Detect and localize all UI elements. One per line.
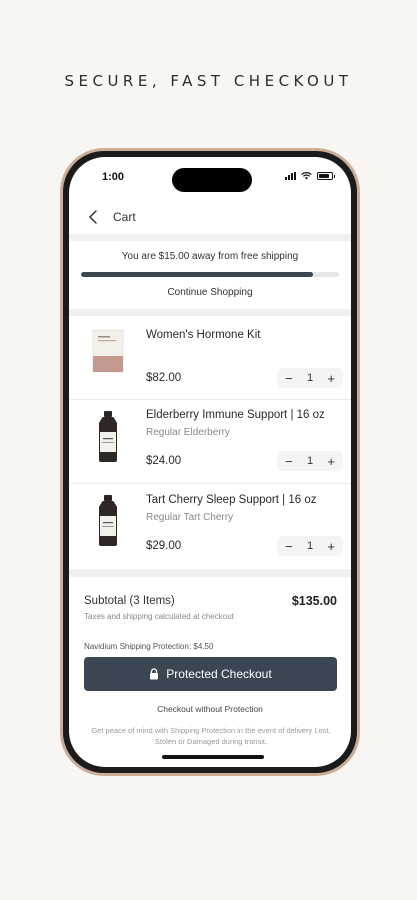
page-title: Cart — [113, 210, 136, 224]
quantity-value: 1 — [306, 540, 314, 552]
increase-quantity-button[interactable]: + — [327, 455, 335, 468]
increase-quantity-button[interactable]: + — [327, 372, 335, 385]
battery-icon — [317, 172, 335, 180]
taxes-note: Taxes and shipping calculated at checkou… — [84, 612, 234, 621]
continue-shopping-link[interactable]: Continue Shopping — [69, 287, 351, 298]
free-shipping-progress — [81, 272, 339, 277]
protection-note: Get peace of mind with Shipping Protecti… — [91, 726, 331, 746]
item-price: $29.00 — [146, 540, 182, 552]
lock-icon — [150, 668, 159, 680]
decrease-quantity-button[interactable]: − — [285, 455, 293, 468]
cart-header: Cart — [69, 201, 351, 233]
cart-item: Elderberry Immune Support | 16 oz Regula… — [69, 400, 351, 484]
elderberry-bottle-image — [99, 411, 117, 462]
wifi-icon — [301, 172, 312, 180]
checkout-without-protection-link[interactable]: Checkout without Protection — [69, 704, 351, 714]
quantity-stepper: − 1 + — [277, 536, 343, 556]
subtotal-label: Subtotal (3 Items) — [84, 595, 175, 607]
phone-bezel: 1:00 Cart You are $15.00 away from free … — [63, 151, 357, 773]
item-price: $24.00 — [146, 455, 182, 467]
quantity-value: 1 — [306, 372, 314, 384]
decrease-quantity-button[interactable]: − — [285, 540, 293, 553]
quantity-stepper: − 1 + — [277, 451, 343, 471]
subtotal-value: $135.00 — [291, 594, 337, 608]
increase-quantity-button[interactable]: + — [327, 540, 335, 553]
section-divider — [69, 309, 351, 316]
phone-screen: 1:00 Cart You are $15.00 away from free … — [69, 157, 351, 767]
shipping-protection-label: Navidium Shipping Protection: $4.50 — [84, 642, 214, 651]
section-divider — [69, 569, 351, 577]
tart-cherry-bottle-image — [99, 495, 117, 546]
cart-item: Tart Cherry Sleep Support | 16 oz Regula… — [69, 484, 351, 568]
item-name: Tart Cherry Sleep Support | 16 oz — [146, 494, 317, 506]
decrease-quantity-button[interactable]: − — [285, 372, 293, 385]
back-arrow-icon[interactable] — [87, 209, 101, 225]
signal-icon — [285, 172, 296, 180]
status-icons — [285, 172, 335, 180]
protected-checkout-button[interactable]: Protected Checkout — [84, 657, 337, 691]
status-time: 1:00 — [102, 171, 125, 183]
quantity-value: 1 — [306, 455, 314, 467]
progress-fill — [81, 272, 314, 277]
phone-frame: 1:00 Cart You are $15.00 away from free … — [60, 148, 360, 776]
item-name: Elderberry Immune Support | 16 oz — [146, 409, 325, 421]
section-divider — [69, 234, 351, 241]
item-variant: Regular Tart Cherry — [146, 512, 234, 523]
dynamic-island — [172, 168, 252, 192]
home-indicator — [162, 755, 264, 759]
hormone-kit-image — [92, 329, 124, 373]
checkout-button-label: Protected Checkout — [166, 667, 272, 681]
cart-item: Women's Hormone Kit $82.00 − 1 + — [69, 316, 351, 400]
headline: SECURE, FAST CHECKOUT — [64, 72, 353, 90]
quantity-stepper: − 1 + — [277, 368, 343, 388]
item-variant: Regular Elderberry — [146, 427, 230, 438]
item-price: $82.00 — [146, 372, 182, 384]
item-name: Women's Hormone Kit — [146, 329, 261, 341]
free-shipping-message: You are $15.00 away from free shipping — [121, 251, 299, 262]
